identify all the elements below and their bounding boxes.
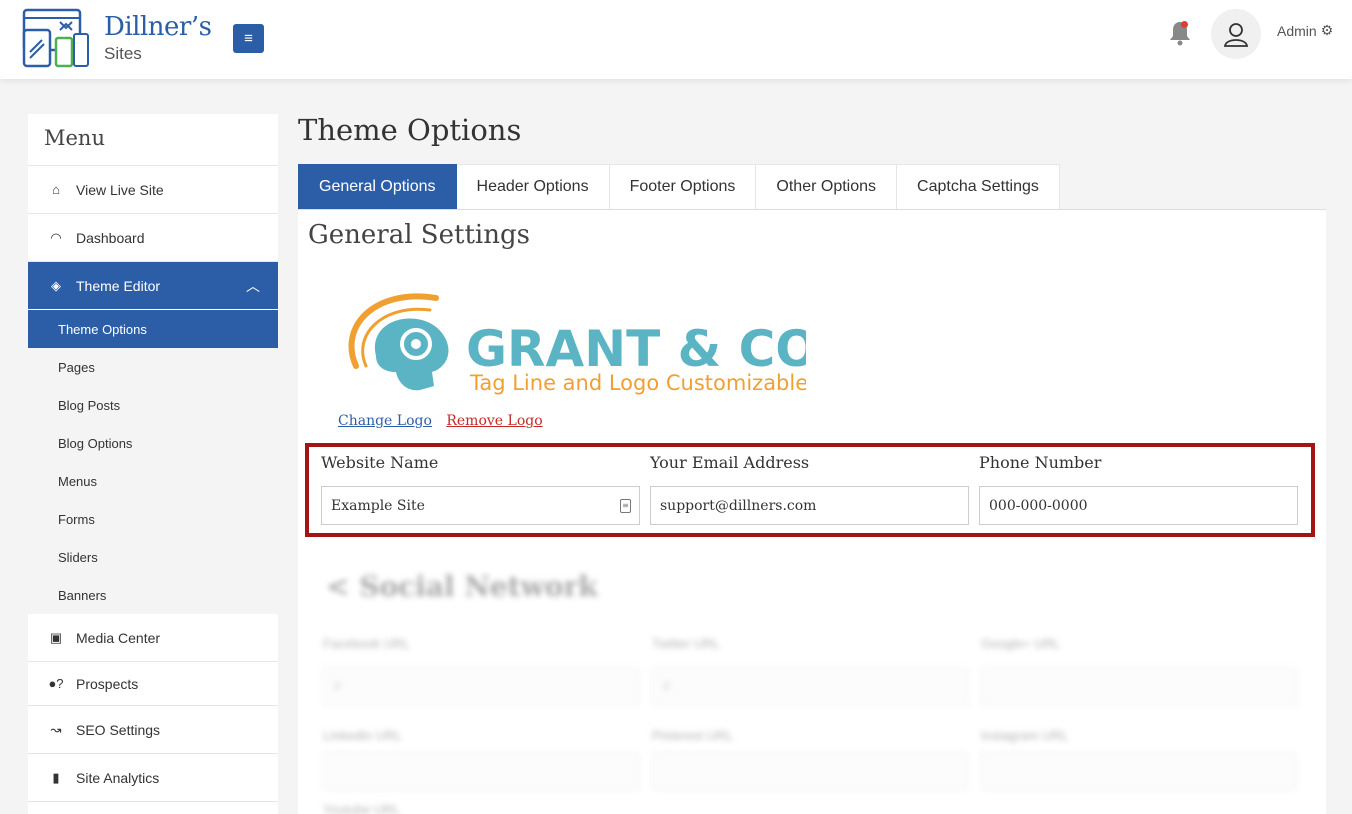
instagram-url-field[interactable] — [981, 752, 1297, 790]
tab-header-options[interactable]: Header Options — [456, 164, 610, 210]
instagram-label: Instagram URL — [981, 728, 1069, 743]
remove-logo-link[interactable]: Remove Logo — [446, 413, 542, 429]
phone-value: 000-000-0000 — [989, 497, 1088, 514]
logo-tagline: Tag Line and Logo Customizable — [469, 371, 806, 395]
email-label: Your Email Address — [650, 453, 810, 472]
avatar[interactable] — [1211, 9, 1261, 59]
sidebar-item-media-center[interactable]: ▣ Media Center — [28, 614, 278, 662]
sidebar-subitem-blog-posts[interactable]: Blog Posts — [28, 386, 278, 424]
sidebar-subitem-sliders[interactable]: Sliders — [28, 538, 278, 576]
tab-bar: General Options Header Options Footer Op… — [298, 164, 1060, 210]
logo-actions: Change Logo Remove Logo — [338, 413, 553, 429]
share-icon: < — [326, 570, 350, 603]
sidebar-subitem-pages[interactable]: Pages — [28, 348, 278, 386]
sidebar-subitem-banners[interactable]: Banners — [28, 576, 278, 614]
sidebar-item-prospects[interactable]: ●? Prospects — [28, 662, 278, 706]
chevron-up-icon: ︿ — [246, 278, 260, 294]
home-icon: ⌂ — [52, 182, 60, 197]
user-question-icon: ●? — [48, 676, 64, 691]
sidebar-subitem-forms[interactable]: Forms — [28, 500, 278, 538]
grant-logo-image: GRANT & CO. Tag Line and Logo Customizab… — [348, 293, 836, 395]
twitter-label: Twitter URL — [652, 636, 720, 651]
sidebar-subitem-blog-options[interactable]: Blog Options — [28, 424, 278, 462]
layers-icon: ◈ — [51, 277, 61, 293]
sidebar-subitem-theme-options[interactable]: Theme Options — [28, 310, 278, 348]
social-network-heading: Social Network — [359, 570, 598, 603]
sidebar-item-label: Media Center — [76, 629, 161, 646]
bar-chart-icon: ▮ — [52, 769, 60, 785]
tab-footer-options[interactable]: Footer Options — [609, 164, 757, 210]
sidebar-item-label: Dashboard — [76, 229, 145, 246]
brand-title: Dillner’s — [104, 12, 212, 42]
sidebar-item-label: Theme Editor — [76, 277, 161, 294]
pinterest-url-field[interactable] — [652, 752, 968, 790]
website-name-label: Website Name — [321, 453, 439, 472]
pinterest-label: Pinterest URL — [652, 728, 733, 743]
facebook-url-field[interactable]: # — [323, 668, 639, 706]
brand-logo[interactable]: Dillner’s Sites — [22, 8, 222, 70]
site-logo-preview: GRANT & CO. Tag Line and Logo Customizab… — [336, 286, 836, 398]
autofill-icon[interactable]: ≡ — [620, 499, 631, 513]
logo-company-name: GRANT & CO. — [466, 320, 806, 378]
linkedin-label: LinkedIn URL — [323, 728, 402, 743]
sidebar-item-label: SEO Settings — [76, 721, 161, 738]
sidebar: Menu ⌂ View Live Site ◠ Dashboard ◈ Them… — [28, 114, 278, 814]
brand-subtitle: Sites — [104, 44, 142, 63]
gear-icon: ⚙ — [1320, 22, 1334, 38]
phone-field[interactable]: 000-000-0000 — [979, 486, 1298, 525]
linkedin-url-field[interactable] — [323, 752, 639, 790]
sidebar-item-label: Site Analytics — [76, 769, 160, 786]
admin-label: Admin — [1277, 22, 1317, 39]
devices-logo-icon — [22, 8, 89, 68]
image-icon: ▣ — [49, 629, 63, 645]
twitter-url-field[interactable]: # — [652, 668, 968, 706]
website-name-value: Example Site — [331, 497, 425, 514]
hamburger-icon: ≡ — [244, 30, 253, 47]
page-title: Theme Options — [298, 113, 522, 147]
section-title: General Settings — [308, 220, 530, 250]
sidebar-item-site-analytics[interactable]: ▮ Site Analytics — [28, 754, 278, 802]
sidebar-subitem-menus[interactable]: Menus — [28, 462, 278, 500]
website-name-field[interactable]: Example Site ≡ — [321, 486, 640, 525]
top-bar: Dillner’s Sites ≡ Admin ⚙ — [0, 0, 1352, 79]
user-icon — [1223, 23, 1249, 47]
sidebar-item-label: View Live Site — [76, 181, 164, 198]
sidebar-item-dashboard[interactable]: ◠ Dashboard — [28, 214, 278, 262]
email-field[interactable]: support@dillners.com — [650, 486, 969, 525]
phone-label: Phone Number — [979, 453, 1102, 472]
facebook-label: Facebook URL — [323, 636, 410, 651]
admin-menu[interactable]: Admin ⚙ — [1277, 22, 1333, 39]
general-settings-panel: General Settings GRANT & CO. Tag Line an… — [298, 210, 1326, 814]
menu-toggle-button[interactable]: ≡ — [233, 24, 264, 53]
google-label: Google+ URL — [981, 636, 1061, 651]
tab-other-options[interactable]: Other Options — [756, 164, 898, 210]
change-logo-link[interactable]: Change Logo — [338, 413, 432, 429]
youtube-label: Youtube URL — [323, 802, 400, 814]
email-value: support@dillners.com — [660, 497, 817, 514]
sidebar-item-theme-editor[interactable]: ◈ Theme Editor ︿ — [28, 262, 278, 310]
sidebar-item-seo-settings[interactable]: ↝ SEO Settings — [28, 706, 278, 754]
trend-icon: ↝ — [50, 721, 62, 737]
tab-captcha-settings[interactable]: Captcha Settings — [897, 164, 1060, 210]
google-url-field[interactable] — [981, 668, 1297, 706]
social-network-section: < Social Network Facebook URL Twitter UR… — [298, 540, 1326, 814]
gauge-icon: ◠ — [50, 229, 62, 245]
highlight-box: Website Name Your Email Address Phone Nu… — [305, 443, 1315, 537]
social-network-title: < Social Network — [326, 570, 598, 603]
sidebar-item-label: Prospects — [76, 675, 139, 692]
tab-general-options[interactable]: General Options — [298, 164, 457, 210]
sidebar-item-view-live-site[interactable]: ⌂ View Live Site — [28, 166, 278, 214]
notification-dot — [1181, 21, 1188, 28]
notification-bell-icon[interactable] — [1168, 20, 1192, 46]
sidebar-heading: Menu — [28, 114, 278, 166]
